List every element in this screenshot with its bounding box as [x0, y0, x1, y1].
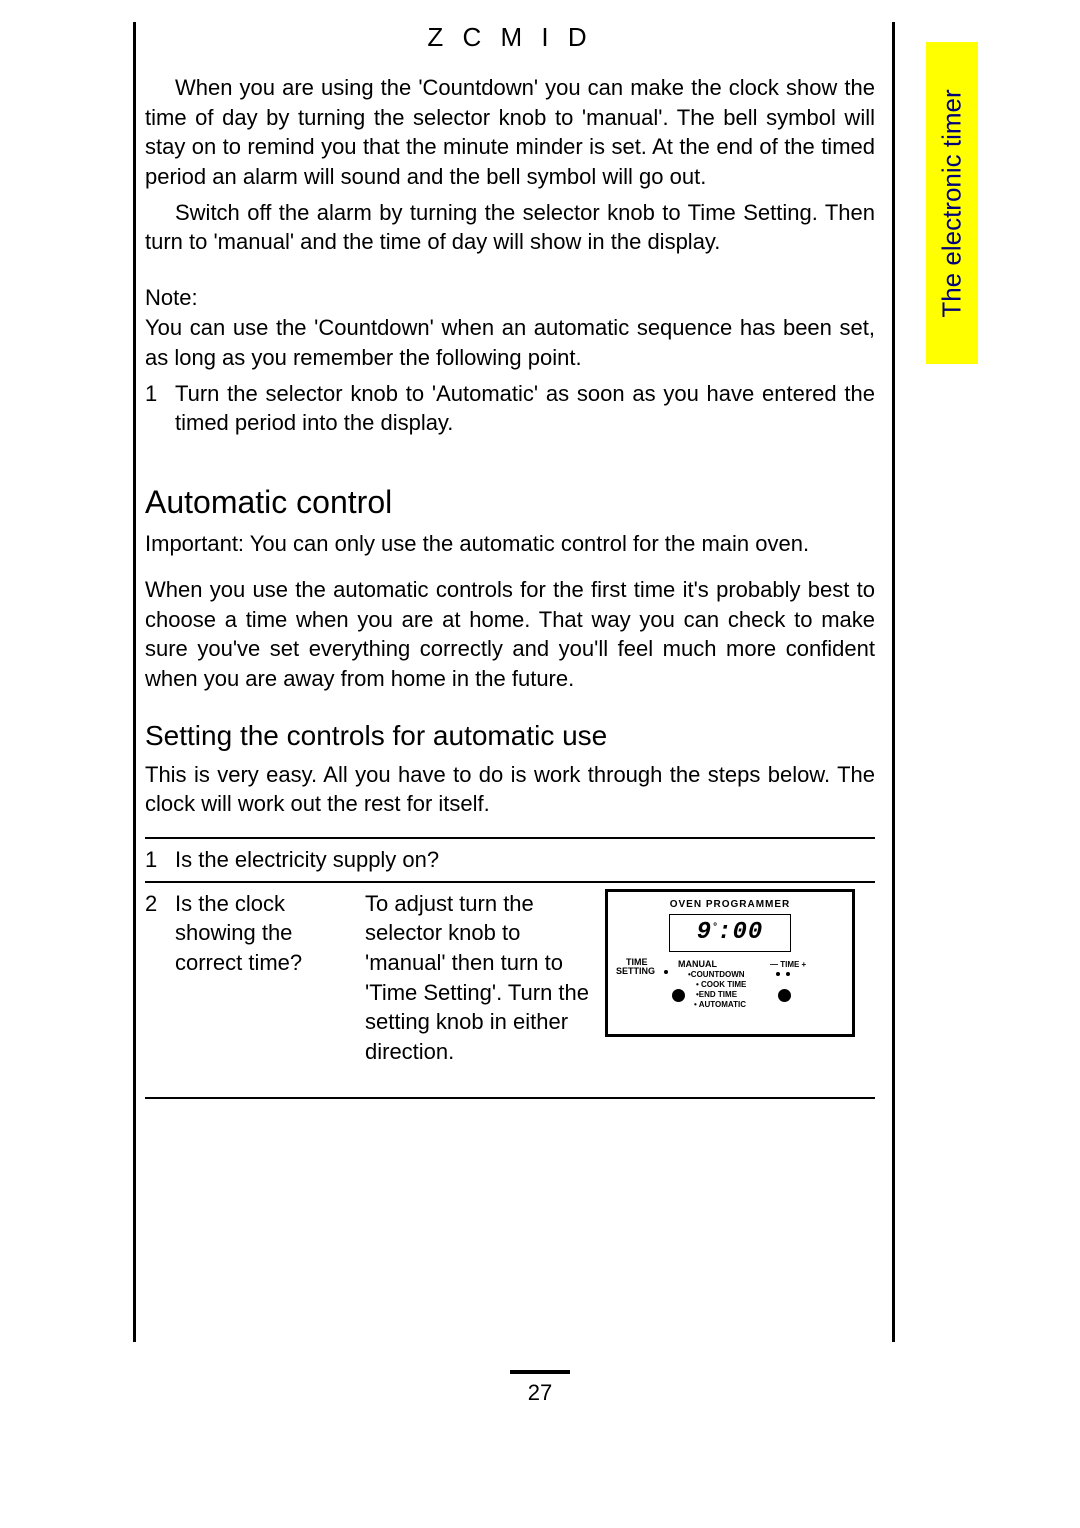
diagram-time-mins: 00 — [733, 919, 764, 946]
diagram-time-hours: 9 — [697, 919, 712, 946]
important-line: Important: You can only use the automati… — [145, 531, 875, 557]
paragraph-setting-intro: This is very easy. All you have to do is… — [145, 760, 875, 819]
step-2-question: Is the clock showing the correct time? — [175, 889, 365, 978]
step-2-row: 2 Is the clock showing the correct time?… — [145, 889, 875, 1067]
page-header: Z C M I D — [145, 22, 875, 53]
diagram-dot-right2 — [786, 972, 790, 976]
note-list-text: Turn the selector knob to 'Automatic' as… — [175, 379, 875, 438]
footer-rule — [510, 1370, 570, 1374]
note-list-number: 1 — [145, 379, 175, 438]
diagram-setting-knob-icon — [778, 989, 791, 1002]
diagram-dot-left — [664, 970, 668, 974]
paragraph-countdown-1: When you are using the 'Countdown' you c… — [145, 73, 875, 192]
diagram-label-manual: MANUAL — [678, 958, 717, 970]
oven-programmer-diagram: OVEN PROGRAMMER 9°:00 TIME SETTING MANUA… — [605, 889, 855, 1037]
section-tab: The electronic timer — [926, 42, 978, 364]
heading-automatic-control: Automatic control — [145, 484, 875, 521]
step-2-answer: To adjust turn the selector knob to 'man… — [365, 889, 595, 1067]
diagram-lcd: 9°:00 — [669, 914, 791, 951]
diagram-lower: TIME SETTING MANUAL •COUNTDOWN • COOK TI… — [608, 956, 852, 1026]
left-vertical-rule — [133, 22, 136, 1342]
table-rule-mid — [145, 881, 875, 883]
step-1-row: 1 Is the electricity supply on? — [145, 845, 875, 875]
heading-setting-controls: Setting the controls for automatic use — [145, 720, 875, 752]
step-1-number: 1 — [145, 845, 175, 875]
paragraph-countdown-2: Switch off the alarm by turning the sele… — [145, 198, 875, 257]
important-body: You can only use the automatic control f… — [244, 531, 809, 556]
diagram-title: OVEN PROGRAMMER — [608, 898, 852, 912]
note-body: You can use the 'Countdown' when an auto… — [145, 313, 875, 372]
page-number: 27 — [0, 1380, 1080, 1406]
diagram-label-automatic: • AUTOMATIC — [694, 1000, 746, 1011]
right-vertical-rule — [892, 22, 895, 1342]
page-content: Z C M I D When you are using the 'Countd… — [145, 22, 875, 1105]
diagram-label-time-plusminus: — TIME + — [770, 960, 806, 971]
note-list-item: 1 Turn the selector knob to 'Automatic' … — [145, 379, 875, 438]
step-2-number: 2 — [145, 889, 175, 919]
important-label: Important: — [145, 531, 244, 556]
diagram-selector-knob-icon — [672, 989, 685, 1002]
paragraph-auto-intro: When you use the automatic controls for … — [145, 575, 875, 694]
note-heading: Note: — [145, 285, 875, 311]
table-rule-bottom — [145, 1097, 875, 1099]
page-footer: 27 — [0, 1370, 1080, 1406]
section-tab-label: The electronic timer — [937, 89, 968, 317]
diagram-label-setting: SETTING — [616, 965, 655, 977]
table-rule-top — [145, 837, 875, 839]
diagram-dot-right1 — [776, 972, 780, 976]
step-1-text: Is the electricity supply on? — [175, 845, 875, 875]
